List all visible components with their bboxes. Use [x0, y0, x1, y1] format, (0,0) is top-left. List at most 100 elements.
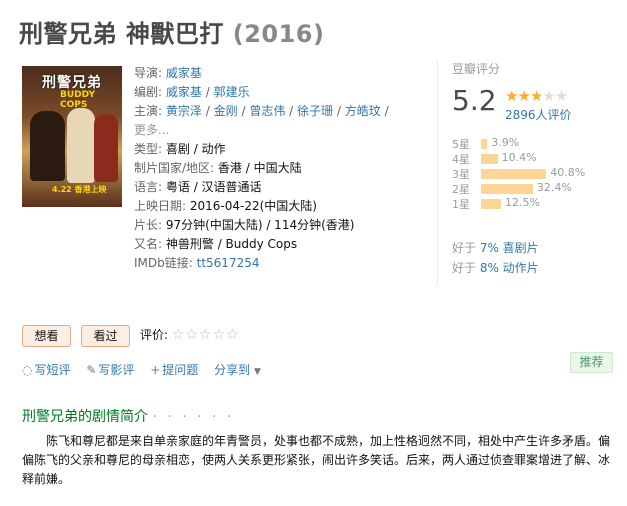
want-to-watch-button[interactable]: 想看 [22, 325, 71, 347]
poster-figure [30, 111, 65, 181]
rating-dist-row: 4星 10.4% [452, 151, 612, 166]
divider [437, 60, 438, 285]
rating-dist-label: 4星 [452, 153, 470, 166]
aka-value: 神兽刑警 / Buddy Cops [165, 237, 298, 251]
rating-panel: 豆瓣评分 5.2 ★★★★★ 2896人评价 5星 3.9% 4星 10.4% 3星 40… [452, 60, 612, 211]
movie-info: 导演: 威家基 编剧: 威家基 / 郭建乐 主演: 黄宗泽 / 金刚 / 曾志伟… [134, 64, 424, 273]
cast-link[interactable]: 徐子珊 [297, 104, 333, 118]
cast-row: 主演: 黄宗泽 / 金刚 / 曾志伟 / 徐子珊 / 方皓玟 / [134, 102, 424, 121]
poster-figure [94, 114, 118, 182]
cast-link[interactable]: 方皓玟 [345, 104, 381, 118]
summary-title: 刑警兄弟的剧情简介 [22, 409, 148, 425]
genre-label: 类型: [134, 142, 163, 156]
director-link[interactable]: 威家基 [166, 66, 202, 80]
cast-link[interactable]: 金刚 [214, 104, 238, 118]
rating-distribution: 5星 3.9% 4星 10.4% 3星 40.8% 2星 32.4% 1星 12.5% [452, 136, 612, 211]
release-row: 上映日期: 2016-04-22(中国大陆) [134, 197, 424, 216]
separator: / [241, 104, 246, 118]
director-label: 导演: [134, 66, 163, 80]
better-than-link[interactable]: 8% 动作片 [480, 261, 539, 275]
votes-link[interactable]: 2896人评价 [505, 106, 572, 123]
star-icon: ★ [542, 87, 555, 105]
star-icon: ★ [554, 87, 568, 105]
rating-dist-row: 3星 40.8% [452, 166, 612, 181]
poster-title: 刑警兄弟 [42, 75, 102, 91]
star-icon: ★ [529, 87, 543, 105]
rating-dist-label: 5星 [452, 138, 470, 151]
ask-question-link[interactable]: + 提问题 [150, 363, 198, 377]
genre-row: 类型: 喜剧 / 动作 [134, 140, 424, 159]
rating-dist-bar [481, 199, 501, 209]
cast-link[interactable]: 黄宗泽 [166, 104, 202, 118]
language-value: 粤语 / 汉语普通话 [165, 180, 262, 194]
rating-dist-row: 1星 12.5% [452, 196, 612, 211]
rating-stars: ★★★★★ [505, 87, 568, 105]
more-cast-link[interactable]: 更多... [134, 123, 169, 137]
summary-text: 陈飞和尊尼都是来自单亲家庭的年青警员，处事也都不成熟，加上性格迥然不同，相处中产… [22, 434, 611, 486]
runtime-label: 片长: [134, 218, 163, 232]
pencil-icon: ✎ [86, 363, 97, 377]
country-value: 香港 / 中国大陆 [217, 161, 302, 175]
rating-dist-percent: 32.4% [536, 181, 572, 194]
rating-dist-percent: 40.8% [550, 166, 586, 179]
imdb-link[interactable]: tt5617254 [197, 256, 260, 270]
genre-value: 喜剧 / 动作 [165, 142, 226, 156]
comment-icon: ◌ [22, 363, 33, 377]
cast-label: 主演: [134, 104, 163, 118]
aka-row: 又名: 神兽刑警 / Buddy Cops [134, 235, 424, 254]
separator: / [205, 85, 210, 99]
rating-dist-bar [481, 169, 547, 179]
cast-link[interactable]: 曾志伟 [249, 104, 285, 118]
writer-label: 编剧: [134, 85, 163, 99]
rating-dist-row: 5星 3.9% [452, 136, 612, 151]
short-review-label: 写短评 [34, 363, 71, 377]
page-title: 刑警兄弟 神獸巴打 (2016) [19, 14, 324, 49]
poster-figure [67, 108, 95, 183]
rating-label: 豆瓣评分 [452, 62, 501, 76]
language-label: 语言: [134, 180, 163, 194]
better-than-row: 好于 7% 喜剧片 [452, 238, 539, 258]
write-short-review-link[interactable]: ◌ 写短评 [22, 363, 71, 377]
rating-star-input[interactable]: ☆☆☆☆☆ [172, 327, 240, 343]
star-icon: ★ [517, 87, 530, 105]
runtime-value: 97分钟(中国大陆) / 114分钟(香港) [165, 218, 355, 232]
watched-button[interactable]: 看过 [81, 325, 130, 347]
rating-dist-label: 1星 [452, 198, 470, 211]
rating-score: 5.2 [452, 84, 497, 117]
movie-poster[interactable]: 刑警兄弟 BUDDY COPS 4.22 香港上映 [22, 66, 122, 207]
better-than-row: 好于 8% 动作片 [452, 258, 539, 278]
separator: / [384, 104, 389, 118]
my-rating: 评价: ☆☆☆☆☆ [140, 326, 240, 343]
better-than: 好于 7% 喜剧片 好于 8% 动作片 [452, 238, 539, 278]
rating-dist-percent: 12.5% [505, 196, 540, 209]
summary-dots: · · · · · · [152, 409, 235, 425]
imdb-row: IMDb链接: tt5617254 [134, 254, 424, 273]
better-than-link[interactable]: 7% 喜剧片 [480, 241, 539, 255]
action-bar: ◌ 写短评 ✎ 写影评 + 提问题 分享到 ▼ [22, 361, 275, 378]
imdb-label: IMDb链接: [134, 256, 193, 270]
chevron-down-icon: ▼ [253, 367, 261, 377]
rating-dist-row: 2星 32.4% [452, 181, 612, 196]
rating-dist-percent: 3.9% [491, 136, 520, 149]
better-than-prefix: 好于 [452, 261, 480, 275]
more-cast-row: 更多... [134, 121, 424, 140]
review-label: 写影评 [98, 363, 135, 377]
my-rating-label: 评价: [140, 328, 169, 342]
write-review-link[interactable]: ✎ 写影评 [86, 363, 134, 377]
rating-dist-percent: 10.4% [501, 151, 537, 164]
movie-title: 刑警兄弟 神獸巴打 [19, 20, 224, 48]
rating-dist-label: 2星 [452, 183, 470, 196]
summary-heading: 刑警兄弟的剧情简介 · · · · · · [22, 406, 234, 426]
language-row: 语言: 粤语 / 汉语普通话 [134, 178, 424, 197]
rating-dist-bar [481, 154, 498, 164]
writer-link[interactable]: 郭建乐 [214, 85, 250, 99]
movie-year: (2016) [232, 20, 325, 48]
separator: / [205, 104, 210, 118]
recommend-button[interactable]: 推荐 [570, 352, 613, 373]
rating-dist-label: 3星 [452, 168, 470, 181]
aka-label: 又名: [134, 237, 163, 251]
writer-link[interactable]: 威家基 [166, 85, 202, 99]
country-row: 制片国家/地区: 香港 / 中国大陆 [134, 159, 424, 178]
separator: / [289, 104, 294, 118]
share-dropdown[interactable]: 分享到 ▼ [214, 363, 263, 377]
